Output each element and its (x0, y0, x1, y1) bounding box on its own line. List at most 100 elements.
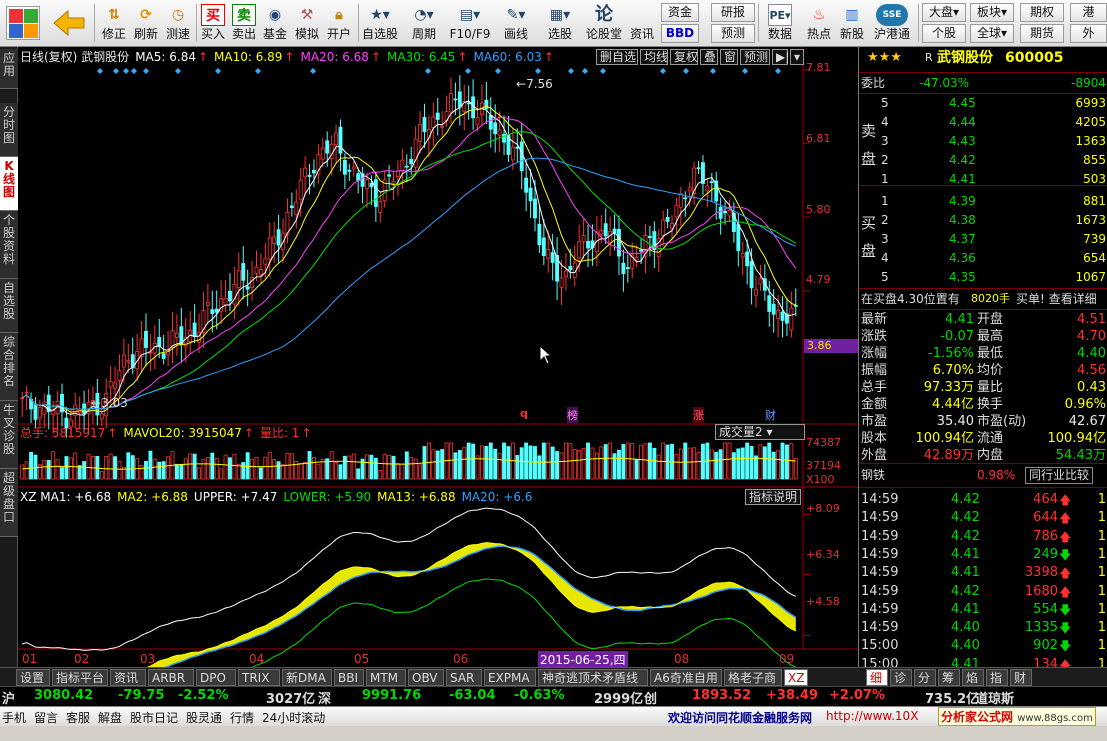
hk-connect-button[interactable]: SSE HKE 沪港通 (870, 2, 914, 45)
bottom-link[interactable]: 24小时滚动 (262, 709, 325, 726)
adjust-button[interactable]: 复权 (670, 49, 698, 65)
buy-button[interactable]: 买 买入 (198, 2, 228, 45)
forecast-button[interactable]: 预测 (711, 24, 755, 43)
draw-line-button[interactable]: ✎▾ 画线 (496, 2, 536, 45)
indicator-tab[interactable]: DPO (196, 669, 236, 686)
panel-tab[interactable]: 焰 (962, 669, 984, 686)
panel-tab[interactable]: 细 (866, 669, 888, 686)
big-order-notice[interactable]: 在买盘4.30位置有 8020手 买单! 查看详细 (859, 290, 1107, 308)
forex-button[interactable]: 外 (1070, 24, 1107, 43)
marker[interactable]: q (520, 407, 528, 420)
bottom-link[interactable]: 手机 (2, 709, 26, 726)
tab-stock-profile[interactable]: 个股资料 (0, 211, 18, 279)
indicator-tab[interactable]: MTM (366, 669, 406, 686)
indicator-tab[interactable]: XZ (784, 669, 808, 686)
remove-watch-button[interactable]: 删自选 (596, 49, 638, 65)
new-stock-button[interactable]: ▥ 新股 (836, 2, 868, 45)
indicator-tab[interactable]: 格老子商 (724, 669, 782, 686)
marker[interactable]: 财 (765, 407, 776, 423)
buy-level[interactable]: 5 4.35 1067 (859, 268, 1107, 286)
app-logo-icon[interactable] (6, 6, 40, 40)
options-button[interactable]: 期权 (1020, 3, 1064, 22)
sell-button[interactable]: 卖 卖出 (229, 2, 259, 45)
marker[interactable]: 涨 (693, 407, 704, 423)
indicator-tab[interactable]: SAR (446, 669, 482, 686)
index-ticker[interactable]: 沪 3080.42 -79.75 -2.52% 3027亿 深 9991.76 … (0, 686, 1107, 707)
research-button[interactable]: 研报 (711, 3, 755, 22)
stock-select-button[interactable]: ▦▾ 选股 (540, 2, 580, 45)
bottom-link[interactable]: 留言 (34, 709, 58, 726)
panel-tab[interactable]: 指 (986, 669, 1008, 686)
bottom-link[interactable]: 解盘 (98, 709, 122, 726)
sell-level[interactable]: 5 4.45 6993 (859, 94, 1107, 112)
panel-tab[interactable]: 筹 (938, 669, 960, 686)
chevron-down-icon[interactable]: ▾ (790, 49, 804, 65)
hk-button[interactable]: 港 (1070, 3, 1107, 22)
bbd-button[interactable]: BBD (661, 24, 699, 43)
global-dropdown[interactable]: 全球▾ (970, 24, 1014, 43)
news-button[interactable]: 资讯 (626, 2, 658, 45)
indicator-help-button[interactable]: 指标说明 (745, 489, 801, 505)
kline-chart[interactable]: 日线(复权) 武钢股份 MA5: 6.84 ↑ MA10: 6.89 ↑ MA20: 6.… (18, 47, 858, 668)
bottom-link[interactable]: 股灵通 (186, 709, 222, 726)
data-button[interactable]: PE▾ 数据 (760, 2, 800, 45)
tab-intraday[interactable]: 分时图 (0, 103, 18, 157)
tab-apps[interactable]: 应用 (0, 49, 18, 89)
sell-level[interactable]: 3 4.43 1363 (859, 132, 1107, 150)
tab-kline[interactable]: K线图 (0, 157, 18, 211)
ma-button[interactable]: 均线 (640, 49, 668, 65)
buy-level[interactable]: 3 4.37 739 (859, 230, 1107, 248)
simulate-button[interactable]: ⚒ 模拟 (292, 2, 322, 45)
speed-test-button[interactable]: ◷ 测速 (162, 2, 194, 45)
bottom-link[interactable]: 客服 (66, 709, 90, 726)
forecast-chart-button[interactable]: 预测 (740, 49, 770, 65)
open-account-button[interactable]: 🔒︎ 开户 (324, 2, 354, 45)
indicator-tab[interactable]: 设置 (16, 669, 50, 686)
sector-dropdown[interactable]: 板块▾ (970, 3, 1014, 22)
panel-tab[interactable]: 财 (1010, 669, 1032, 686)
forum-button[interactable]: 论 论股堂 (584, 2, 624, 45)
window-button[interactable]: 窗 (720, 49, 738, 65)
overlay-button[interactable]: 叠 (700, 49, 718, 65)
tab-watchlist[interactable]: 自选股 (0, 279, 18, 333)
panel-tab[interactable]: 诊 (890, 669, 912, 686)
marker[interactable]: 榜 (567, 407, 578, 423)
indicator-tab[interactable]: OBV (408, 669, 444, 686)
fund-button[interactable]: ◉ 基金 (260, 2, 290, 45)
bottom-link[interactable]: 行情 (230, 709, 254, 726)
bottom-link[interactable]: 股市日记 (130, 709, 178, 726)
individual-stock-button[interactable]: 个股 (922, 24, 966, 43)
indicator-tab[interactable]: A6奇准自用 (650, 669, 722, 686)
indicator-tab[interactable]: EXPMA (484, 669, 536, 686)
panel-toggle-icon[interactable]: ▶| (772, 49, 789, 65)
period-button[interactable]: ◔▾ 周期 (404, 2, 444, 45)
buy-level[interactable]: 1 4.39 881 (859, 192, 1107, 210)
watchlist-button[interactable]: ★▾ 自选股 (360, 2, 400, 45)
indicator-tab[interactable]: 神奇逃顶术矛盾线 (538, 669, 648, 686)
chart-canvas[interactable] (18, 47, 858, 667)
industry-compare-button[interactable]: 同行业比较 (1025, 467, 1094, 484)
refresh-button[interactable]: ⟳ 刷新 (130, 2, 162, 45)
indicator-tab[interactable]: 新DMA (282, 669, 332, 686)
back-arrow-icon[interactable] (52, 8, 86, 38)
indicator-tab[interactable]: 资讯 (110, 669, 146, 686)
indicator-tab[interactable]: ARBR (148, 669, 194, 686)
tab-ranking[interactable]: 综合排名 (0, 333, 18, 401)
revise-button[interactable]: ⇅ 修正 (98, 2, 130, 45)
tab-super-handicap[interactable]: 超级盘口 (0, 469, 18, 537)
indicator-tab[interactable]: 指标平台 (52, 669, 108, 686)
sell-level[interactable]: 2 4.42 855 (859, 151, 1107, 169)
sell-level[interactable]: 4 4.44 4205 (859, 113, 1107, 131)
fund-flow-button[interactable]: 资金 (661, 3, 699, 22)
buy-level[interactable]: 2 4.38 1673 (859, 211, 1107, 229)
market-dropdown[interactable]: 大盘▾ (922, 3, 966, 22)
site-link[interactable]: http://www.10X (826, 709, 918, 723)
buy-level[interactable]: 4 4.36 654 (859, 249, 1107, 267)
volume-type-dropdown[interactable]: 成交量2 ▾ (715, 424, 805, 440)
futures-button[interactable]: 期货 (1020, 24, 1064, 43)
f10-button[interactable]: ▤▾ F10/F9 (448, 2, 492, 45)
panel-tab[interactable]: 分 (914, 669, 936, 686)
tab-diagnosis[interactable]: 牛叉诊股 (0, 401, 18, 469)
hot-button[interactable]: ♨ 热点 (803, 2, 835, 45)
indicator-tab[interactable]: TRIX (238, 669, 280, 686)
